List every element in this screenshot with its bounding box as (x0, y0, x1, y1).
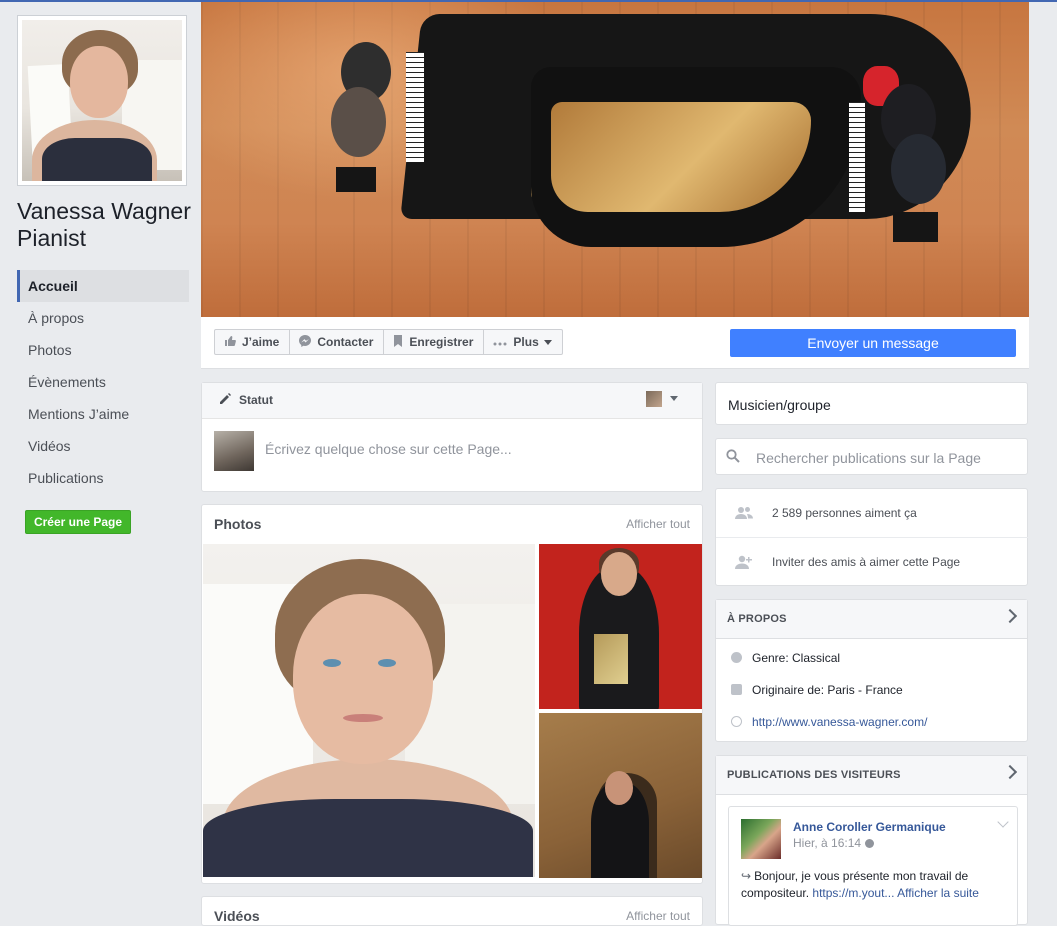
contact-button[interactable]: Contacter (289, 329, 385, 355)
avatar[interactable] (741, 819, 781, 859)
visitor-post: Anne Coroller Germanique Hier, à 16:14 ↪… (728, 806, 1018, 926)
website-link[interactable]: http://www.vanessa-wagner.com/ (752, 715, 927, 729)
nav-item-posts[interactable]: Publications (17, 462, 189, 494)
nav-item-likes[interactable]: Mentions J’aime (17, 398, 189, 430)
see-more-link[interactable]: Afficher la suite (897, 886, 979, 900)
composer-input[interactable]: Écrivez quelque chose sur cette Page... (265, 441, 512, 457)
about-origin: Originaire de: Paris - France (752, 683, 903, 697)
add-person-icon (735, 554, 753, 570)
pianist-figure (331, 87, 386, 157)
visitor-posts-title: PUBLICATIONS DES VISITEURS (727, 769, 901, 781)
about-genre-row: Genre: Classical (716, 648, 1029, 668)
photo-thumbnail[interactable] (539, 544, 702, 709)
avatar (214, 431, 254, 471)
search-icon (726, 449, 740, 466)
tab-status[interactable]: Statut (239, 393, 273, 407)
chevron-right-icon[interactable] (1002, 608, 1018, 624)
save-button[interactable]: Enregistrer (383, 329, 485, 355)
more-button[interactable]: Plus (483, 329, 563, 355)
videos-see-all-link[interactable]: Afficher tout (626, 909, 690, 923)
messenger-icon (299, 334, 312, 350)
post-author[interactable]: Anne Coroller Germanique (793, 820, 946, 834)
globe-icon (731, 716, 742, 727)
create-page-button[interactable]: Créer une Page (25, 510, 131, 534)
profile-photo (22, 20, 182, 181)
invite-friends-row[interactable]: Inviter des amis à aimer cette Page (716, 538, 1029, 586)
post-link[interactable]: https://m.yout... (812, 886, 894, 900)
post-timestamp[interactable]: Hier, à 16:14 (793, 836, 875, 850)
ellipsis-icon (493, 335, 507, 349)
likes-count-row[interactable]: 2 589 personnes aiment ça (716, 489, 1029, 538)
nav-item-videos[interactable]: Vidéos (17, 430, 189, 462)
category-label[interactable]: Musicien/groupe (728, 397, 831, 413)
chevron-down-icon (543, 339, 552, 345)
nav-item-home[interactable]: Accueil (17, 270, 189, 302)
people-icon (735, 505, 753, 521)
likes-count: 2 589 personnes aiment ça (772, 506, 917, 520)
about-card: À PROPOS Genre: Classical Originaire de:… (715, 599, 1028, 742)
chevron-down-icon[interactable] (997, 816, 1009, 828)
bookmark-icon (393, 334, 403, 350)
thumbs-up-icon (224, 335, 236, 350)
visitor-posts-header[interactable]: PUBLICATIONS DES VISITEURS (716, 756, 1027, 795)
search-input[interactable] (754, 446, 1018, 470)
nav-item-events[interactable]: Évènements (17, 366, 189, 398)
photos-see-all-link[interactable]: Afficher tout (626, 517, 690, 531)
photos-title[interactable]: Photos (214, 516, 261, 532)
pencil-icon (218, 392, 232, 409)
page-category: Musicien/groupe (715, 382, 1028, 425)
nav-item-about[interactable]: À propos (17, 302, 189, 334)
videos-title[interactable]: Vidéos (214, 908, 260, 924)
post-composer: Statut Écrivez quelque chose sur cette P… (201, 382, 703, 492)
about-title: À PROPOS (727, 613, 787, 625)
pianist-figure (891, 134, 946, 204)
home-icon (731, 684, 742, 695)
page-search (715, 438, 1028, 475)
photo-thumbnail[interactable] (203, 544, 535, 877)
composer-tabs: Statut (202, 383, 702, 419)
cover-photo[interactable] (201, 2, 1029, 317)
about-origin-row: Originaire de: Paris - France (716, 680, 1029, 700)
likes-card: 2 589 personnes aiment ça Inviter des am… (715, 488, 1029, 586)
chevron-right-icon[interactable] (1002, 764, 1018, 780)
info-icon (731, 652, 742, 663)
photos-header: Photos Afficher tout (202, 505, 702, 543)
invite-friends-link: Inviter des amis à aimer cette Page (772, 555, 961, 569)
post-text: ↪ Bonjour, je vous présente mon travail d… (741, 869, 979, 900)
profile-picture[interactable] (17, 15, 187, 186)
like-button[interactable]: J’aime (214, 329, 291, 355)
photo-thumbnail[interactable] (539, 713, 702, 878)
photos-card: Photos Afficher tout (201, 504, 703, 884)
action-button-group: J’aime Contacter Enregistrer Plus (214, 329, 563, 355)
share-icon: ↪ (741, 869, 752, 883)
about-genre: Genre: Classical (752, 651, 841, 665)
visitor-posts-card: PUBLICATIONS DES VISITEURS Anne Coroller… (715, 755, 1028, 926)
globe-icon (865, 839, 875, 848)
page-title[interactable]: Vanessa Wagner Pianist (17, 198, 197, 252)
videos-card: Vidéos Afficher tout (201, 896, 703, 926)
about-header[interactable]: À PROPOS (716, 600, 1027, 639)
send-message-button[interactable]: Envoyer un message (730, 329, 1016, 357)
page-action-bar: J’aime Contacter Enregistrer Plus Envoye… (201, 317, 1029, 369)
page-nav: Accueil À propos Photos Évènements Menti… (17, 270, 189, 494)
nav-item-photos[interactable]: Photos (17, 334, 189, 366)
about-website-row: http://www.vanessa-wagner.com/ (716, 712, 1029, 732)
posting-as-avatar[interactable] (646, 391, 662, 407)
chevron-down-icon[interactable] (670, 396, 678, 401)
